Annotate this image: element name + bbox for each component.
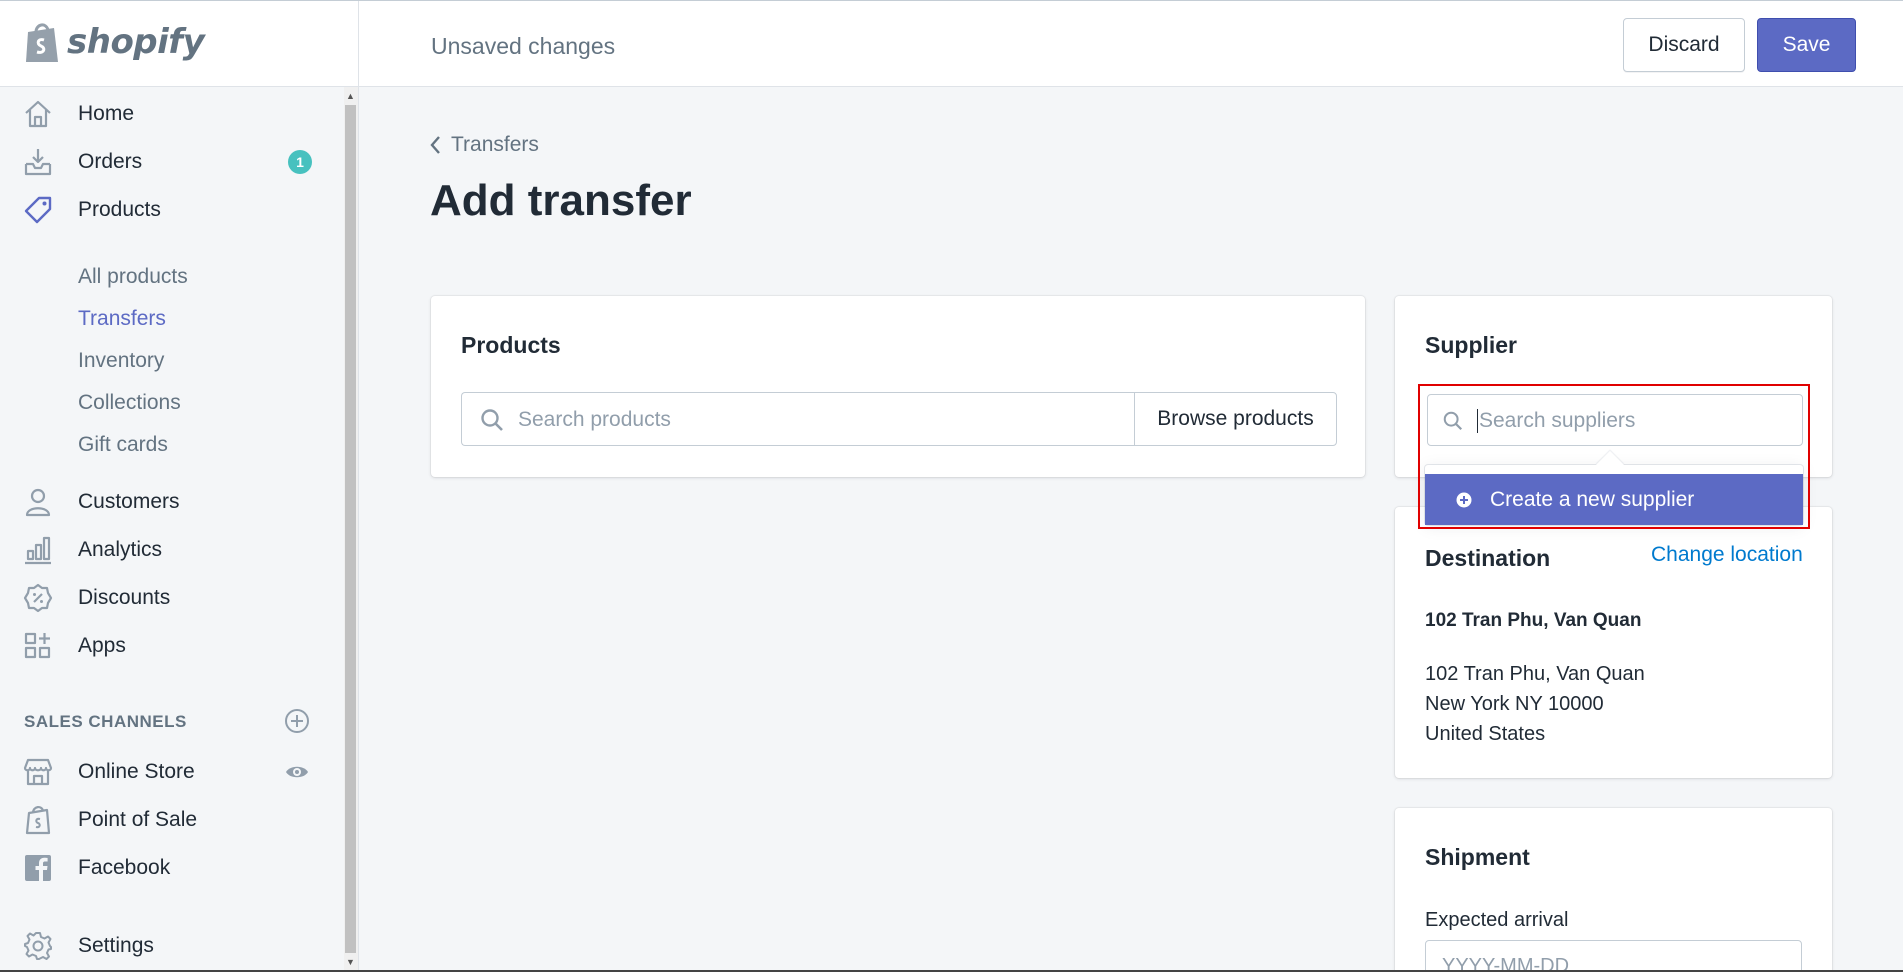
sidebar-subitem-all-products[interactable]: All products <box>78 265 188 289</box>
sidebar-subitem-collections[interactable]: Collections <box>78 391 181 415</box>
eye-icon[interactable] <box>284 759 310 785</box>
unsaved-changes-label: Unsaved changes <box>431 33 616 59</box>
browse-products-button[interactable]: Browse products <box>1134 392 1337 446</box>
search-suppliers-input[interactable]: Search suppliers <box>1427 394 1803 446</box>
bar-chart-icon <box>25 536 51 565</box>
products-card-title: Products <box>461 332 561 358</box>
expected-arrival-input[interactable]: YYYY-MM-DD <box>1425 940 1802 972</box>
sidebar-subitem-gift-cards[interactable]: Gift cards <box>78 433 168 457</box>
logo-text: shopify <box>67 22 205 62</box>
sidebar-item-label: Analytics <box>78 538 163 561</box>
tag-icon <box>24 196 52 224</box>
sidebar-item-products[interactable]: Products <box>0 189 340 231</box>
create-new-supplier-label: Create a new supplier <box>1490 487 1695 511</box>
supplier-card: Supplier <box>1395 296 1832 477</box>
pos-icon <box>25 806 51 835</box>
breadcrumb[interactable]: Transfers <box>429 133 539 157</box>
sidebar-item-customers[interactable]: Customers <box>0 481 340 523</box>
logo[interactable]: shopify <box>0 1 359 87</box>
sidebar-item-label: Point of Sale <box>78 808 198 831</box>
store-icon <box>23 758 53 786</box>
search-icon <box>1443 411 1463 431</box>
top-bar: shopify Unsaved changes Discard Save <box>0 0 1903 87</box>
sidebar-item-home[interactable]: Home <box>0 93 340 135</box>
sidebar-item-label: Customers <box>78 490 180 513</box>
shopify-bag-icon <box>26 23 58 62</box>
destination-address-line: United States <box>1425 723 1546 745</box>
change-location-link[interactable]: Change location <box>1651 543 1803 567</box>
destination-address-line: New York NY 10000 <box>1425 693 1604 715</box>
scroll-down-arrow-icon[interactable]: ▼ <box>346 957 355 967</box>
search-icon <box>481 409 503 431</box>
sidebar-item-online-store[interactable]: Online Store <box>0 751 340 793</box>
sidebar-item-settings[interactable]: Settings <box>0 925 340 967</box>
search-suppliers-placeholder: Search suppliers <box>1479 409 1636 432</box>
chevron-left-icon <box>430 136 440 154</box>
destination-card-title: Destination <box>1425 545 1551 571</box>
apps-icon <box>24 632 51 659</box>
shipment-card-title: Shipment <box>1425 844 1530 870</box>
sidebar-item-analytics[interactable]: Analytics <box>0 529 340 571</box>
text-caret <box>1477 409 1478 433</box>
plus-circle-icon <box>1456 492 1472 507</box>
sidebar-item-label: Orders <box>78 150 143 173</box>
save-button[interactable]: Save <box>1757 18 1856 72</box>
sidebar-item-point-of-sale[interactable]: Point of Sale <box>0 799 340 841</box>
sidebar: Home Orders 1 Products All products Tran… <box>0 87 359 972</box>
sidebar-item-label: Online Store <box>78 760 195 783</box>
sidebar-item-apps[interactable]: Apps <box>0 625 340 667</box>
scroll-up-arrow-icon[interactable]: ▲ <box>346 91 355 101</box>
page-title: Add transfer <box>430 176 692 225</box>
sidebar-subitem-transfers[interactable]: Transfers <box>78 307 166 331</box>
sidebar-item-orders[interactable]: Orders 1 <box>0 141 340 183</box>
discard-button[interactable]: Discard <box>1623 18 1745 72</box>
sidebar-item-facebook[interactable]: Facebook <box>0 847 340 889</box>
home-icon <box>25 100 51 128</box>
sales-channels-heading: SALES CHANNELS <box>24 712 187 731</box>
search-products-input[interactable]: Search products <box>461 392 1137 446</box>
discount-icon <box>23 583 53 613</box>
sidebar-item-label: Home <box>78 102 135 125</box>
supplier-card-title: Supplier <box>1425 332 1518 358</box>
products-card: Products Search products Browse products <box>431 296 1365 477</box>
sidebar-item-label: Products <box>78 198 161 221</box>
sidebar-item-discounts[interactable]: Discounts <box>0 577 340 619</box>
sidebar-subitem-inventory[interactable]: Inventory <box>78 349 164 373</box>
sidebar-item-label: Discounts <box>78 586 171 609</box>
search-products-placeholder: Search products <box>518 408 671 431</box>
expected-arrival-label: Expected arrival <box>1425 909 1569 931</box>
create-new-supplier-option[interactable]: Create a new supplier <box>1425 474 1803 525</box>
add-channel-icon[interactable] <box>284 708 310 734</box>
breadcrumb-label: Transfers <box>451 133 539 156</box>
sidebar-item-label: Apps <box>78 634 126 657</box>
destination-name: 102 Tran Phu, Van Quan <box>1425 610 1642 631</box>
facebook-icon <box>25 855 51 881</box>
gear-icon <box>24 932 52 960</box>
sidebar-item-label: Facebook <box>78 856 171 879</box>
sidebar-item-label: Settings <box>78 934 154 957</box>
orders-icon <box>24 149 52 176</box>
person-icon <box>25 488 51 517</box>
sidebar-scrollbar-thumb[interactable] <box>345 105 356 953</box>
destination-address-line: 102 Tran Phu, Van Quan <box>1425 663 1645 685</box>
orders-count-badge: 1 <box>288 150 312 174</box>
